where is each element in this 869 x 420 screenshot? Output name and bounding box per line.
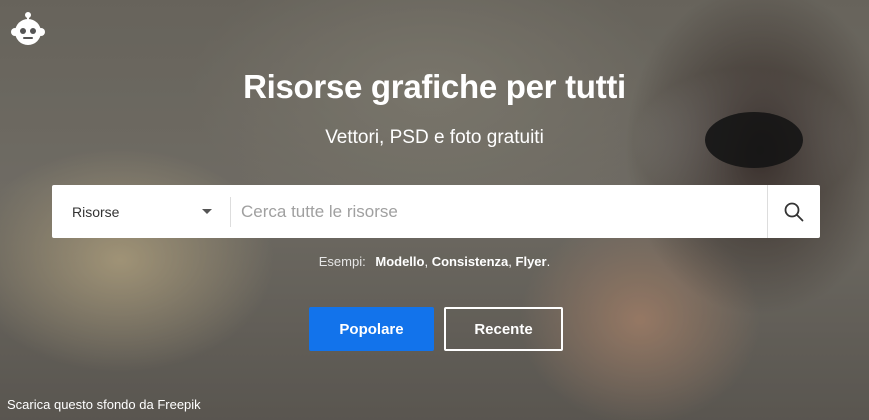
category-select[interactable]: Risorse bbox=[52, 185, 230, 238]
recent-button[interactable]: Recente bbox=[444, 307, 563, 351]
search-examples: Esempi: Modello, Consistenza, Flyer. bbox=[318, 254, 551, 269]
search-bar: Risorse bbox=[52, 185, 820, 238]
example-link-flyer[interactable]: Flyer bbox=[516, 254, 547, 269]
search-icon bbox=[784, 202, 804, 221]
chevron-down-icon bbox=[202, 209, 212, 214]
page-title: Risorse grafiche per tutti bbox=[243, 68, 626, 105]
page-subtitle: Vettori, PSD e foto gratuiti bbox=[325, 127, 544, 148]
search-input[interactable] bbox=[231, 185, 767, 238]
example-link-modello[interactable]: Modello bbox=[375, 254, 424, 269]
category-select-value: Risorse bbox=[72, 203, 120, 220]
freepik-logo-icon[interactable] bbox=[8, 10, 48, 50]
example-link-consistenza[interactable]: Consistenza bbox=[432, 254, 509, 269]
search-button[interactable] bbox=[767, 185, 820, 238]
hero-section: Risorse grafiche per tutti Vettori, PSD … bbox=[0, 0, 869, 420]
popular-button[interactable]: Popolare bbox=[309, 307, 434, 351]
background-credit-link[interactable]: Scarica questo sfondo da Freepik bbox=[7, 397, 201, 412]
examples-label: Esempi: bbox=[318, 254, 366, 269]
